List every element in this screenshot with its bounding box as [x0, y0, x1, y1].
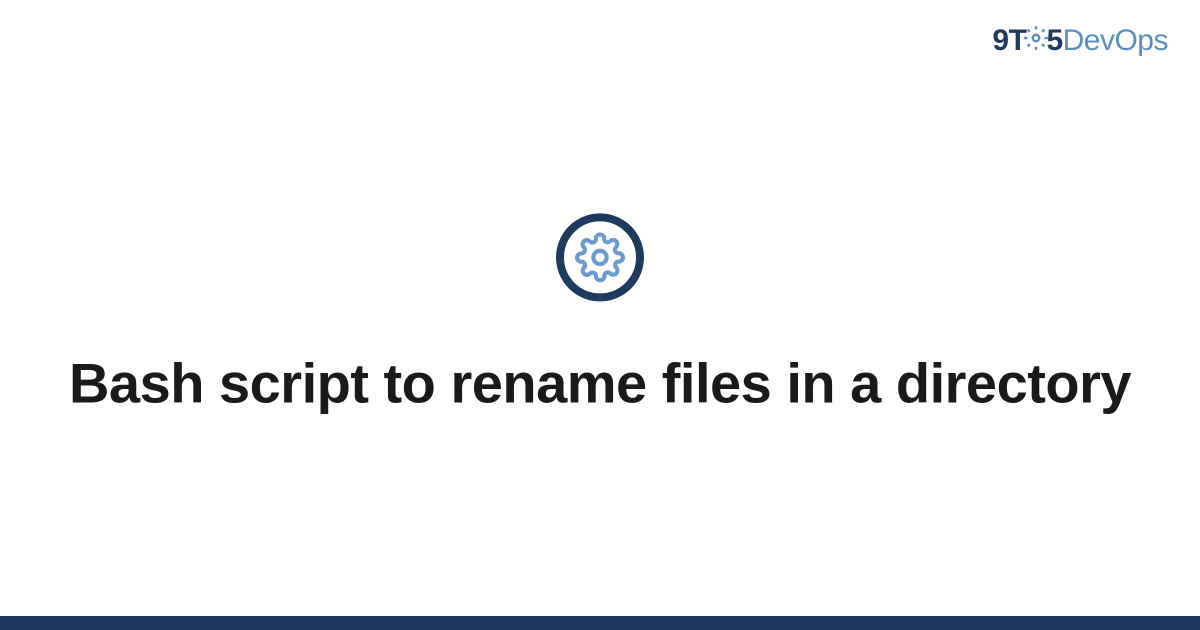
logo-text-devops: DevOps: [1063, 24, 1168, 57]
logo-text-5: 5: [1046, 24, 1062, 57]
main-content: Bash script to rename files in a directo…: [0, 213, 1200, 416]
page-title: Bash script to rename files in a directo…: [60, 349, 1140, 416]
site-logo: 9T 5DevOps: [992, 24, 1168, 59]
gear-icon: [556, 213, 644, 301]
footer-bar: [0, 616, 1200, 630]
logo-text-9t: 9T: [992, 24, 1026, 57]
